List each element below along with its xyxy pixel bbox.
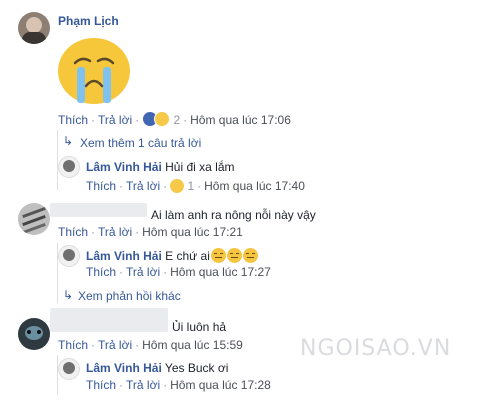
comment-text: Ai làm anh ra nông nỗi này vậy: [151, 208, 316, 222]
view-more-replies-link[interactable]: Xem phản hồi khác: [78, 289, 181, 303]
like-link[interactable]: Thích: [58, 225, 88, 239]
reply-meta: Thích · Trả lời · 1 · Hôm qua lúc 17:40: [86, 179, 305, 193]
like-link[interactable]: Thích: [86, 378, 116, 392]
separator: ·: [135, 225, 140, 239]
separator: ·: [163, 378, 168, 392]
timestamp[interactable]: Hôm qua lúc 17:06: [190, 113, 291, 127]
like-link[interactable]: Thích: [58, 338, 88, 352]
avatar[interactable]: [58, 358, 80, 380]
reply-link[interactable]: Trả lời: [126, 378, 160, 392]
expressionless-emoji-icon: [226, 248, 242, 263]
reply-line: Lâm Vinh Hải E chứ ai: [86, 248, 258, 263]
separator: ·: [91, 225, 96, 239]
reactions[interactable]: 1: [170, 179, 194, 193]
sad-reaction-icon: [170, 179, 185, 193]
view-more-replies-link[interactable]: Xem thêm 1 câu trả lời: [80, 136, 201, 150]
thread-line: [57, 355, 58, 395]
reply-arrow-icon: ↳: [63, 288, 74, 302]
separator: ·: [91, 338, 96, 352]
like-link[interactable]: Thích: [86, 179, 116, 193]
timestamp[interactable]: Hôm qua lúc 17:27: [170, 265, 271, 279]
timestamp[interactable]: Hôm qua lúc 17:21: [142, 225, 243, 239]
hidden-author-name: [50, 308, 168, 332]
reply-link[interactable]: Trả lời: [126, 265, 160, 279]
reply-text: Yes Buck ơi: [164, 361, 229, 375]
separator: ·: [135, 113, 140, 127]
avatar[interactable]: [58, 245, 80, 267]
reply-author[interactable]: Lâm Vinh Hải: [86, 160, 162, 174]
crying-face-sticker: [56, 36, 132, 106]
avatar[interactable]: [18, 12, 50, 44]
reply-author[interactable]: Lâm Vinh Hải: [86, 249, 162, 263]
comment-text: Ủi luôn hả: [172, 320, 227, 334]
thread-line: [57, 130, 58, 190]
separator: ·: [135, 338, 140, 352]
hidden-author-name: [50, 203, 147, 217]
reply-line: Lâm Vinh Hải Yes Buck ơi: [86, 361, 228, 375]
comment-meta: Thích · Trả lời · 2 · Hôm qua lúc 17:06: [58, 111, 291, 127]
reply-text: E chứ ai: [165, 249, 210, 263]
timestamp[interactable]: Hôm qua lúc 15:59: [142, 338, 243, 352]
comment-meta: Thích · Trả lời · Hôm qua lúc 15:59: [58, 338, 243, 352]
watermark-logo: NGOISAO.VN: [300, 336, 451, 361]
reply-link[interactable]: Trả lời: [98, 225, 132, 239]
separator: ·: [163, 265, 168, 279]
haha-reaction-icon: [154, 111, 171, 127]
separator: ·: [119, 265, 124, 279]
avatar[interactable]: [18, 203, 50, 235]
timestamp[interactable]: Hôm qua lúc 17:40: [204, 179, 305, 193]
watermark-text: NGOISAO.VN: [300, 336, 452, 361]
reactions[interactable]: 2: [142, 111, 180, 127]
separator: ·: [119, 378, 124, 392]
separator: ·: [197, 179, 202, 193]
like-link[interactable]: Thích: [58, 113, 88, 127]
reply-meta: Thích · Trả lời · Hôm qua lúc 17:28: [86, 378, 271, 392]
separator: ·: [183, 113, 188, 127]
reply-link[interactable]: Trả lời: [98, 338, 132, 352]
reply-link[interactable]: Trả lời: [98, 113, 132, 127]
expressionless-emoji-icon: [210, 248, 226, 263]
separator: ·: [91, 113, 96, 127]
expressionless-emoji-icon: [242, 248, 258, 263]
avatar[interactable]: [18, 318, 50, 350]
separator: ·: [119, 179, 124, 193]
like-link[interactable]: Thích: [86, 265, 116, 279]
reply-author[interactable]: Lâm Vinh Hải: [86, 361, 162, 375]
reply-link[interactable]: Trả lời: [126, 179, 160, 193]
reply-arrow-icon: ↳: [63, 134, 74, 148]
timestamp[interactable]: Hôm qua lúc 17:28: [170, 378, 271, 392]
reply-meta: Thích · Trả lời · Hôm qua lúc 17:27: [86, 265, 271, 279]
comment-author[interactable]: Phạm Lịch: [58, 14, 119, 28]
comment-meta: Thích · Trả lời · Hôm qua lúc 17:21: [58, 225, 243, 239]
reply-line: Lâm Vinh Hải Hủi đi xa lắm: [86, 160, 235, 174]
separator: ·: [163, 179, 168, 193]
reply-text: Hủi đi xa lắm: [165, 160, 235, 174]
avatar[interactable]: [58, 156, 80, 178]
